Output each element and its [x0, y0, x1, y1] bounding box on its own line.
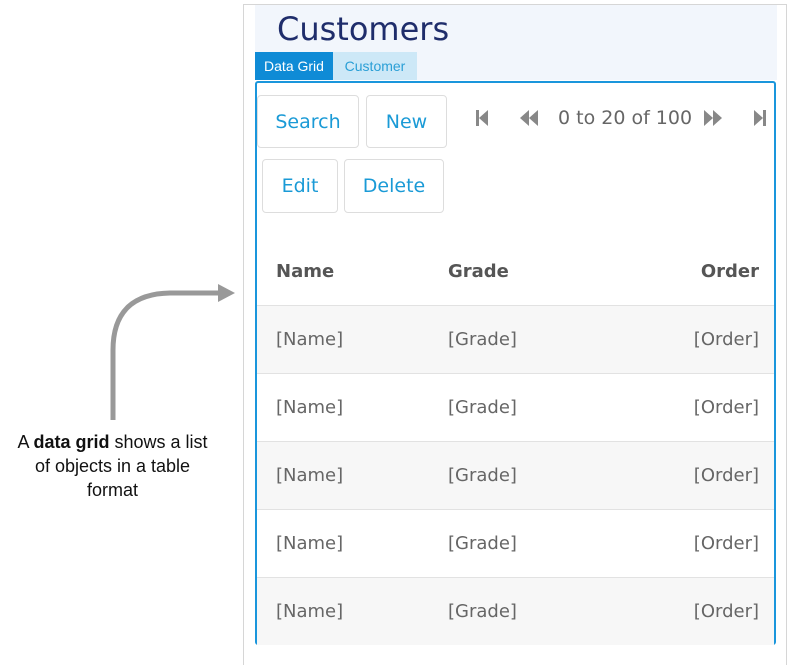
table-row[interactable]: [Name] [Grade] [Order] [257, 373, 774, 441]
cell-order: [Order] [693, 533, 759, 554]
first-page-icon[interactable] [474, 109, 490, 127]
table-header-row: Name Grade Order [257, 238, 774, 306]
cell-grade: [Grade] [448, 533, 517, 554]
annotation-prefix: A [17, 432, 34, 452]
cell-grade: [Grade] [448, 397, 517, 418]
delete-button[interactable]: Delete [344, 159, 444, 213]
cell-name: [Name] [276, 397, 344, 418]
search-button[interactable]: Search [257, 95, 359, 148]
cell-name: [Name] [276, 465, 344, 486]
annotation-bold: data grid [33, 432, 110, 452]
cell-order: [Order] [693, 329, 759, 350]
column-header-order[interactable]: Order [701, 238, 759, 306]
page-title: Customers [277, 10, 450, 48]
cell-grade: [Grade] [448, 601, 517, 622]
table-row[interactable]: [Name] [Grade] [Order] [257, 509, 774, 577]
cell-name: [Name] [276, 329, 344, 350]
cell-order: [Order] [693, 601, 759, 622]
cell-order: [Order] [693, 465, 759, 486]
next-page-icon[interactable] [702, 109, 724, 127]
last-page-icon[interactable] [752, 109, 768, 127]
previous-page-icon[interactable] [518, 109, 540, 127]
column-header-grade[interactable]: Grade [448, 238, 509, 306]
tab-data-grid[interactable]: Data Grid [255, 52, 333, 80]
cell-grade: [Grade] [448, 329, 517, 350]
edit-button[interactable]: Edit [262, 159, 338, 213]
table-row[interactable]: [Name] [Grade] [Order] [257, 441, 774, 509]
cell-grade: [Grade] [448, 465, 517, 486]
cell-name: [Name] [276, 533, 344, 554]
tab-customer[interactable]: Customer [333, 52, 417, 80]
cell-order: [Order] [693, 397, 759, 418]
table-row[interactable]: [Name] [Grade] [Order] [257, 305, 774, 373]
arrow-icon [110, 284, 235, 420]
column-header-name[interactable]: Name [276, 238, 334, 306]
pager-range: 0 to 20 of 100 [558, 107, 693, 129]
annotation-note: A data grid shows a list of objects in a… [10, 430, 215, 502]
cell-name: [Name] [276, 601, 344, 622]
new-button[interactable]: New [366, 95, 447, 148]
table-row[interactable]: [Name] [Grade] [Order] [257, 577, 774, 645]
